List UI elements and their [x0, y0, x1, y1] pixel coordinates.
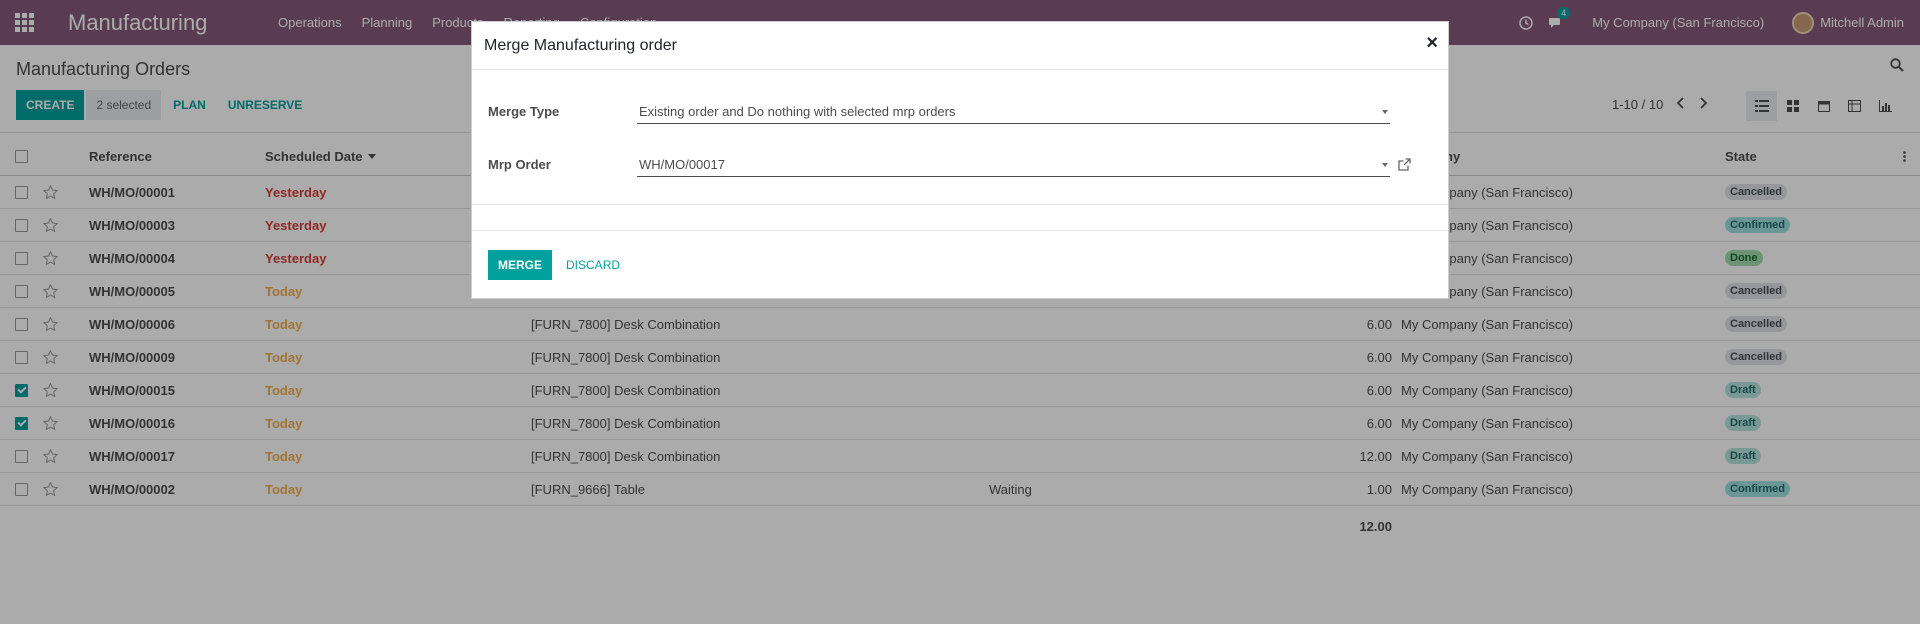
mrp-order-value: WH/MO/00017 — [639, 157, 725, 172]
external-link-icon[interactable] — [1398, 158, 1412, 172]
discard-button[interactable]: DISCARD — [556, 250, 630, 280]
merge-type-value: Existing order and Do nothing with selec… — [639, 104, 956, 119]
dialog-header: Merge Manufacturing order × — [472, 22, 1448, 70]
chevron-down-icon — [1382, 110, 1388, 114]
dialog-footer: MERGE DISCARD — [472, 230, 1448, 298]
merge-button[interactable]: MERGE — [488, 249, 553, 280]
chevron-down-icon — [1382, 163, 1388, 167]
mrp-order-field[interactable]: WH/MO/00017 — [637, 153, 1390, 177]
merge-type-select[interactable]: Existing order and Do nothing with selec… — [637, 100, 1390, 124]
close-icon[interactable]: × — [1426, 32, 1438, 55]
merge-dialog: Merge Manufacturing order × Merge Type E… — [471, 21, 1449, 299]
mrp-order-label: Mrp Order — [488, 157, 551, 172]
dialog-body: Merge Type Existing order and Do nothing… — [472, 70, 1448, 205]
dialog-title: Merge Manufacturing order — [484, 36, 677, 54]
merge-type-label: Merge Type — [488, 104, 560, 119]
